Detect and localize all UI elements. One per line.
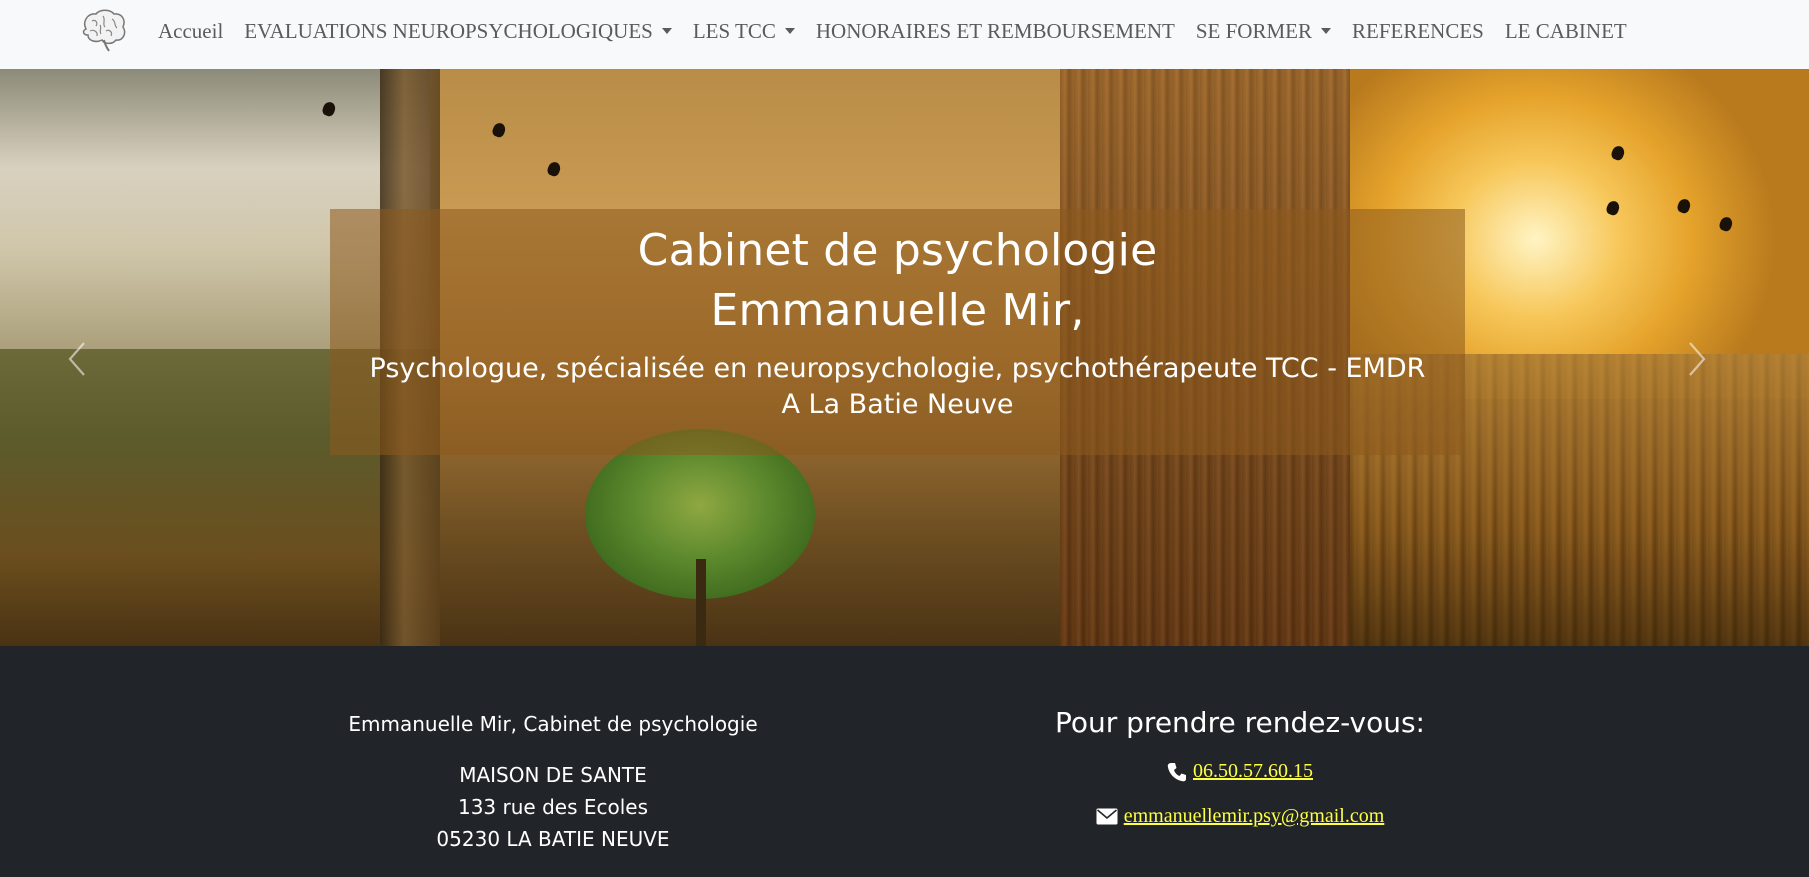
phone-row: 06.50.57.60.15: [1010, 760, 1470, 783]
footer-contact-block: Pour prendre rendez-vous: 06.50.57.60.15…: [1010, 706, 1470, 828]
navbar: Accueil EVALUATIONS NEUROPSYCHOLOGIQUES …: [0, 0, 1809, 69]
nav-honoraires[interactable]: HONORAIRES ET REMBOURSEMENT: [805, 19, 1185, 44]
envelope-icon: [1096, 808, 1118, 825]
phone-link[interactable]: 06.50.57.60.15: [1193, 760, 1313, 783]
caret-down-icon: [661, 27, 672, 34]
hero-title: Cabinet de psychologie Emmanuelle Mir,: [330, 221, 1465, 341]
footer: Emmanuelle Mir, Cabinet de psychologie M…: [0, 646, 1809, 877]
footer-address: MAISON DE SANTE 133 rue des Ecoles 05230…: [300, 759, 806, 855]
hero-subtitle-line1: Psychologue, spécialisée en neuropsychol…: [369, 353, 1426, 384]
nav-se-former[interactable]: SE FORMER: [1185, 19, 1341, 44]
footer-address-block: Emmanuelle Mir, Cabinet de psychologie M…: [300, 711, 806, 855]
nav-references[interactable]: REFERENCES: [1341, 19, 1494, 44]
chevron-left-icon: [68, 342, 85, 376]
nav-accueil[interactable]: Accueil: [148, 19, 234, 44]
main-nav: Accueil EVALUATIONS NEUROPSYCHOLOGIQUES …: [148, 0, 1637, 63]
hero-subtitle: Psychologue, spécialisée en neuropsychol…: [330, 351, 1465, 423]
footer-cabinet-name: Emmanuelle Mir, Cabinet de psychologie: [348, 712, 758, 736]
email-link[interactable]: emmanuellemir.psy@gmail.com: [1124, 805, 1385, 828]
caret-down-icon: [784, 27, 795, 34]
address-line: MAISON DE SANTE: [459, 763, 647, 787]
email-row: emmanuellemir.psy@gmail.com: [1010, 805, 1470, 828]
nav-evaluations-neuropsychologiques[interactable]: EVALUATIONS NEUROPSYCHOLOGIQUES: [234, 19, 683, 44]
caret-down-icon: [1320, 27, 1331, 34]
rdv-heading: Pour prendre rendez-vous:: [1054, 706, 1425, 739]
hero-tree-trunk: [696, 559, 706, 646]
address-line: 05230 LA BATIE NEUVE: [436, 827, 670, 851]
carousel-caption: Cabinet de psychologie Emmanuelle Mir, P…: [330, 209, 1465, 423]
nav-le-cabinet[interactable]: LE CABINET: [1494, 19, 1637, 44]
hero-subtitle-line2: A La Batie Neuve: [781, 389, 1014, 420]
hero-title-line2: Emmanuelle Mir,: [710, 285, 1085, 336]
carousel-next-button[interactable]: [1680, 339, 1710, 379]
brain-logo-icon[interactable]: [76, 7, 130, 53]
phone-icon: [1167, 762, 1186, 781]
hero-title-line1: Cabinet de psychologie: [637, 225, 1158, 276]
address-line: 133 rue des Ecoles: [457, 795, 649, 819]
carousel-prev-button[interactable]: [64, 339, 94, 379]
nav-les-tcc[interactable]: LES TCC: [682, 19, 805, 44]
chevron-right-icon: [1689, 342, 1706, 376]
hero-carousel: Cabinet de psychologie Emmanuelle Mir, P…: [0, 69, 1809, 646]
